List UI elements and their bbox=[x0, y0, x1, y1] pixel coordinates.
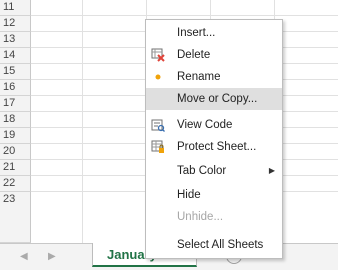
menu-item-label: View Code bbox=[177, 119, 233, 131]
protect-sheet-icon bbox=[151, 140, 165, 154]
row-header[interactable]: 15 bbox=[0, 64, 31, 80]
rename-dot-icon bbox=[151, 70, 165, 84]
menu-item-label: Unhide... bbox=[177, 211, 224, 223]
menu-item-delete[interactable]: Delete bbox=[146, 44, 282, 66]
menu-item-label: Move or Copy... bbox=[177, 93, 258, 105]
scroll-tabs-left-icon[interactable]: ◀ bbox=[20, 251, 28, 262]
delete-sheet-icon bbox=[151, 48, 165, 62]
menu-item-unhide: Unhide... bbox=[146, 206, 282, 228]
row-header[interactable]: 13 bbox=[0, 32, 31, 48]
menu-item-select-all-sheets[interactable]: Select All Sheets bbox=[146, 234, 282, 256]
submenu-arrow-icon: ▶ bbox=[268, 166, 275, 175]
row-header[interactable]: 23 bbox=[0, 192, 31, 243]
menu-item-label: Insert... bbox=[177, 27, 216, 39]
row-header[interactable]: 11 bbox=[0, 0, 31, 16]
menu-item-protect-sheet[interactable]: Protect Sheet... bbox=[146, 136, 282, 158]
row-header[interactable]: 20 bbox=[0, 144, 31, 160]
menu-item-label: Tab Color bbox=[177, 165, 227, 177]
column-gridline bbox=[82, 0, 83, 243]
menu-item-move-or-copy[interactable]: Move or Copy... bbox=[146, 88, 282, 110]
menu-item-tab-color[interactable]: Tab Color ▶ bbox=[146, 160, 282, 182]
sheet-context-menu: Insert... Delete Rename Move or Copy... bbox=[145, 19, 283, 259]
row-header[interactable]: 14 bbox=[0, 48, 31, 64]
menu-item-hide[interactable]: Hide bbox=[146, 184, 282, 206]
row-header[interactable]: 19 bbox=[0, 128, 31, 144]
view-code-icon bbox=[151, 118, 165, 132]
row-header[interactable]: 18 bbox=[0, 112, 31, 128]
scroll-tabs-right-icon[interactable]: ▶ bbox=[48, 251, 56, 262]
row-header[interactable]: 17 bbox=[0, 96, 31, 112]
menu-item-label: Hide bbox=[177, 189, 201, 201]
menu-item-insert[interactable]: Insert... bbox=[146, 22, 282, 44]
row-gridline bbox=[31, 15, 338, 16]
row-header[interactable]: 22 bbox=[0, 176, 31, 192]
menu-item-label: Select All Sheets bbox=[177, 239, 264, 251]
menu-item-label: Rename bbox=[177, 71, 221, 83]
menu-item-label: Delete bbox=[177, 49, 211, 61]
menu-item-rename[interactable]: Rename bbox=[146, 66, 282, 88]
menu-item-view-code[interactable]: View Code bbox=[146, 114, 282, 136]
row-header[interactable]: 21 bbox=[0, 160, 31, 176]
row-header[interactable]: 12 bbox=[0, 16, 31, 32]
menu-item-label: Protect Sheet... bbox=[177, 141, 257, 153]
row-header[interactable]: 16 bbox=[0, 80, 31, 96]
